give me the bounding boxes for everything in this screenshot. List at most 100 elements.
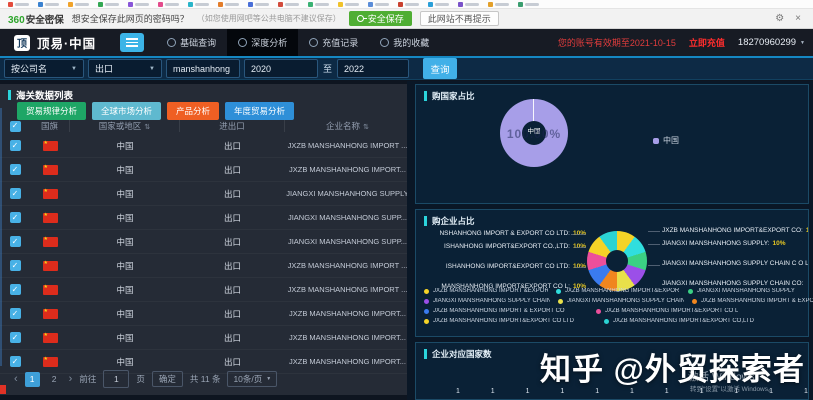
column-header-flag[interactable]: 国旗	[30, 120, 70, 132]
legend-item[interactable]: JIANGXI MANSHANHONG SUPPLY CHAIN CO	[558, 298, 684, 304]
page-button-1[interactable]: 1	[25, 372, 40, 387]
customs-data-table: 国旗 国家或地区⇅ 进出口 企业名称⇅ 中国 出口 JXZB MANSHANHO…	[0, 118, 410, 374]
bookmark-icon[interactable]	[8, 2, 29, 7]
row-checkbox[interactable]	[10, 236, 21, 247]
legend-item[interactable]: 中国	[653, 135, 679, 146]
column-header-company[interactable]: 企业名称⇅	[285, 120, 410, 132]
page-size-select[interactable]: 10条/页▼	[227, 371, 277, 387]
bookmark-icon[interactable]	[158, 2, 179, 7]
nav-item-recharge-records[interactable]: 充值记录	[298, 29, 369, 56]
row-checkbox[interactable]	[10, 308, 21, 319]
account-phone-menu[interactable]: 18270960299▼	[738, 37, 805, 48]
prev-page-button[interactable]: ‹	[14, 373, 18, 385]
table-row[interactable]: 中国 出口 JIANGXI MANSHANHONG SUPP...	[0, 206, 410, 230]
bookmark-icon[interactable]	[368, 2, 389, 7]
close-icon[interactable]: ×	[795, 13, 801, 24]
bookmark-icon[interactable]	[308, 2, 329, 7]
company-donut-chart[interactable]	[587, 231, 647, 291]
chart-legend-row: JXZB MANSHANHONG IMPORT & EXPORT CO JXZB …	[424, 308, 760, 314]
pie-callout: JIANGXI MANSHANHONG SUPPLY:10%	[662, 240, 808, 247]
search-button[interactable]: 查询	[423, 58, 457, 79]
bookmark-label	[165, 3, 179, 6]
bookmark-icon[interactable]	[518, 2, 539, 7]
table-row[interactable]: 中国 出口 JXZB MANSHANHONG IMPORT ...	[0, 254, 410, 278]
bookmark-icon[interactable]	[38, 2, 59, 7]
favicon	[398, 2, 403, 7]
select-all-checkbox[interactable]	[10, 121, 21, 132]
table-row[interactable]: 中国 出口 JIANGXI MANSHANHONG SUPP...	[0, 230, 410, 254]
bookmark-icon[interactable]	[98, 2, 119, 7]
row-checkbox[interactable]	[10, 284, 21, 295]
sort-icon[interactable]: ⇅	[144, 124, 150, 131]
year-from-input[interactable]	[244, 59, 318, 78]
bookmark-icon[interactable]	[218, 2, 239, 7]
row-checkbox[interactable]	[10, 212, 21, 223]
sort-icon[interactable]: ⇅	[363, 124, 369, 131]
legend-item[interactable]: JXZB MANSHANHONG IMPORT&EXPORT CO L	[596, 308, 760, 314]
nav-item-deep-analysis[interactable]: 深度分析	[227, 29, 298, 56]
column-header-country[interactable]: 国家或地区⇅	[70, 120, 180, 132]
nav-label: 我的收藏	[393, 36, 429, 49]
row-checkbox[interactable]	[10, 164, 21, 175]
goto-page-input[interactable]	[103, 370, 129, 388]
table-row[interactable]: 中国 出口 JXZB MANSHANHONG IMPORT...	[0, 326, 410, 350]
bookmark-label	[315, 3, 329, 6]
page-button-2[interactable]: 2	[47, 372, 62, 387]
row-checkbox[interactable]	[10, 260, 21, 271]
year-to-input[interactable]	[337, 59, 409, 78]
bookmark-icon[interactable]	[338, 2, 359, 7]
legend-item[interactable]: JXZB MANSHANHONG IMPORT & EXPORT	[692, 298, 813, 304]
bookmark-label	[285, 3, 299, 6]
callout-line	[574, 247, 586, 248]
table-row[interactable]: 中国 出口 JIANGXI MANSHANHONG SUPPLY	[0, 182, 410, 206]
nav-item-favorites[interactable]: 我的收藏	[369, 29, 440, 56]
row-checkbox[interactable]	[10, 188, 21, 199]
row-checkbox[interactable]	[10, 140, 21, 151]
next-page-button[interactable]: ›	[69, 373, 73, 385]
menu-hamburger-button[interactable]	[120, 33, 144, 52]
company-cell: JXZB MANSHANHONG IMPORT ...	[285, 141, 410, 150]
recharge-link[interactable]: 立即充值	[689, 36, 725, 49]
table-row[interactable]: 中国 出口 JXZB MANSHANHONG IMPORT...	[0, 302, 410, 326]
keyword-input[interactable]	[166, 59, 240, 78]
bar-value-label: 1	[595, 388, 599, 395]
bookmark-icon[interactable]	[488, 2, 509, 7]
column-header-trade[interactable]: 进出口	[180, 120, 285, 132]
bookmark-label	[15, 3, 29, 6]
legend-item[interactable]: JXZB MANSHANHONG IMPORT &EXPORT CO LTD	[424, 288, 548, 294]
favicon	[38, 2, 43, 7]
bookmark-icon[interactable]	[128, 2, 149, 7]
bookmark-icon[interactable]	[428, 2, 449, 7]
legend-item[interactable]: JIANGXI MANSHANHONG SUPPLY CHAIN C O LTD	[424, 298, 550, 304]
left-edge-scroll-indicator[interactable]	[0, 108, 2, 366]
table-row[interactable]: 中国 出口 JXZB MANSHANHONG IMPORT...	[0, 158, 410, 182]
legend-item[interactable]: JXZB MANSHANHONG IMPORT&EXPORT CO	[556, 288, 680, 294]
settings-gear-icon[interactable]: ⚙	[775, 13, 784, 24]
goto-confirm-button[interactable]: 确定	[152, 371, 183, 387]
row-checkbox[interactable]	[10, 356, 21, 367]
nav-item-basic-query[interactable]: 基础查询	[156, 29, 227, 56]
table-row[interactable]: 中国 出口 JXZB MANSHANHONG IMPORT ...	[0, 134, 410, 158]
china-flag-icon	[43, 165, 58, 175]
bookmark-icon[interactable]	[278, 2, 299, 7]
legend-item[interactable]: JIANGXI MANSHANHONG SUPPLY	[688, 288, 812, 294]
table-row[interactable]: 中国 出口 JXZB MANSHANHONG IMPORT ...	[0, 278, 410, 302]
bookmark-icon[interactable]	[188, 2, 209, 7]
left-edge-red-mark	[0, 385, 6, 394]
chevron-down-icon: ▼	[800, 40, 805, 46]
legend-item[interactable]: JXZB MANSHANHONG IMPORT&EXPORT CO LTD	[424, 318, 596, 324]
bookmark-icon[interactable]	[458, 2, 479, 7]
bookmark-icon[interactable]	[398, 2, 419, 7]
donut-hole	[606, 250, 628, 272]
row-checkbox[interactable]	[10, 332, 21, 343]
search-field-type-select[interactable]: 按公司名▼	[4, 59, 84, 78]
bookmark-icon[interactable]	[68, 2, 89, 7]
legend-item[interactable]: JXZB MANSHANHONG IMPORT & EXPORT CO	[424, 308, 588, 314]
bookmark-icon[interactable]	[248, 2, 269, 7]
trade-type-select[interactable]: 出口▼	[88, 59, 162, 78]
dismiss-password-prompt-button[interactable]: 此网站不再提示	[420, 11, 499, 26]
search-filter-bar: 按公司名▼ 出口▼ 至 查询	[0, 56, 813, 80]
save-password-button[interactable]: 安全保存	[349, 11, 412, 26]
table-header-row: 国旗 国家或地区⇅ 进出口 企业名称⇅	[0, 118, 410, 134]
legend-item[interactable]: JXZB MANSHANHONG IMPORT&EXPORT CO,LTD	[604, 318, 776, 324]
